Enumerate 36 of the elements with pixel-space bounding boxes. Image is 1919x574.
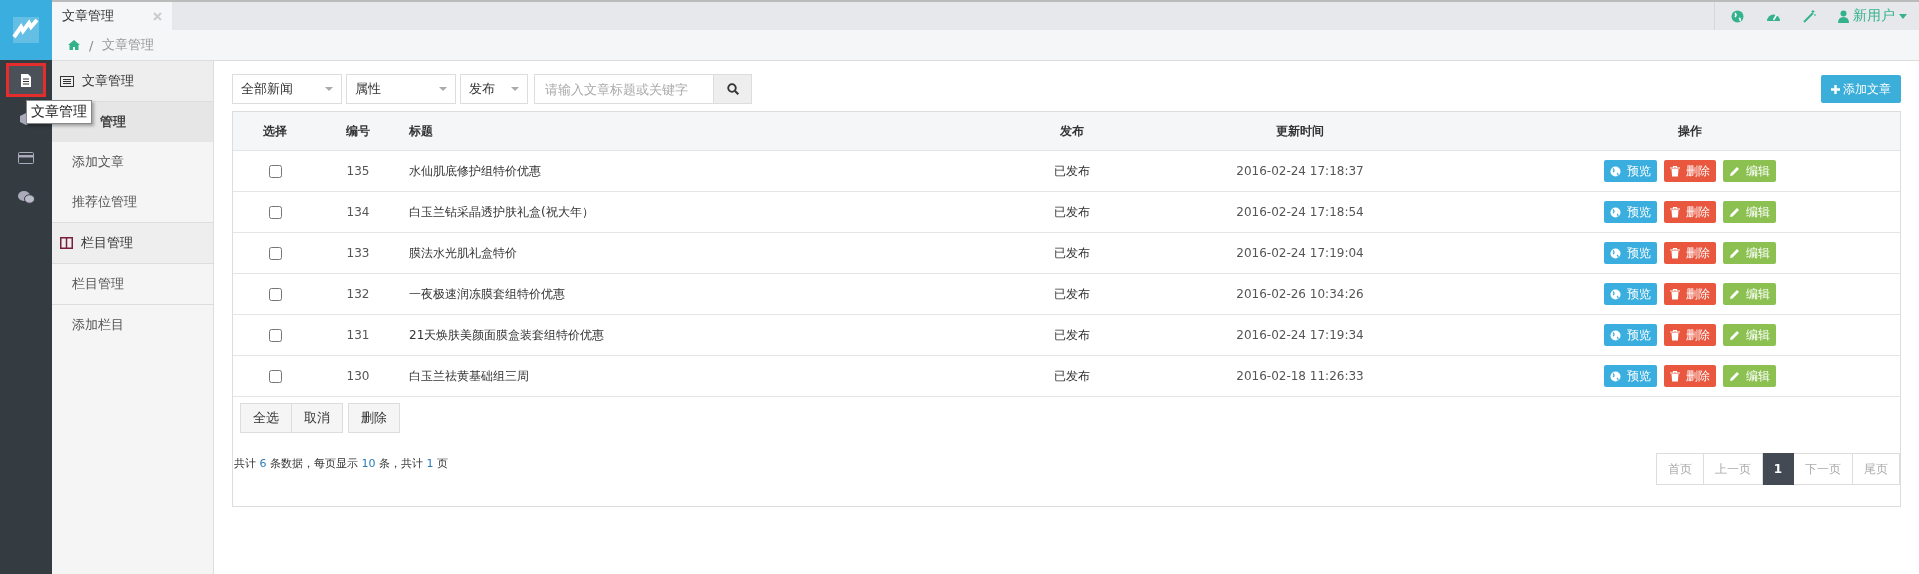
- table-cell: 2016-02-24 17:18:54: [1120, 191, 1480, 233]
- table-cell: 膜法水光肌礼盒特价: [399, 232, 1024, 274]
- table-cell: 131: [317, 314, 399, 356]
- table-cell: 已发布: [1024, 150, 1120, 192]
- breadcrumb-item: 文章管理: [102, 36, 155, 54]
- table-cell: 已发布: [1024, 273, 1120, 315]
- table-cell: 白玉兰祛黄基础组三周: [399, 355, 1024, 397]
- column-header: 发布: [1024, 112, 1120, 151]
- table-cell: 2016-02-18 11:26:33: [1120, 355, 1480, 397]
- column-header: 编号: [317, 112, 399, 151]
- table-cell: 已发布: [1024, 355, 1120, 397]
- column-header: 标题: [399, 112, 1024, 151]
- table-cell: 水仙肌底修护组特价优惠: [399, 150, 1024, 192]
- record-summary: 共计 6 条数据，每页显示 10 条，共计 1 页: [234, 456, 448, 471]
- table-cell: 已发布: [1024, 314, 1120, 356]
- table-cell: 133: [317, 232, 399, 274]
- table-cell: 2016-02-24 17:18:37: [1120, 150, 1480, 192]
- table-cell: 已发布: [1024, 191, 1120, 233]
- column-header: 选择: [233, 112, 317, 151]
- table-cell: 2016-02-24 17:19:04: [1120, 232, 1480, 274]
- breadcrumb-separator: /: [89, 37, 94, 53]
- tooltip: 文章管理: [26, 100, 92, 124]
- table-cell: 一夜极速润冻膜套组特价优惠: [399, 273, 1024, 315]
- table-cell: 已发布: [1024, 232, 1120, 274]
- menu-group-title: 栏目管理: [81, 234, 133, 252]
- table-cell: 21天焕肤美颜面膜盒装套组特价优惠: [399, 314, 1024, 356]
- column-header: 更新时间: [1120, 112, 1480, 151]
- table-cell: 2016-02-26 10:34:26: [1120, 273, 1480, 315]
- menu-group-title: 文章管理: [82, 72, 134, 90]
- table-cell: 135: [317, 150, 399, 192]
- table-cell: 白玉兰钻采晶透护肤礼盒(祝大年）: [399, 191, 1024, 233]
- table-cell: 134: [317, 191, 399, 233]
- table-cell: 132: [317, 273, 399, 315]
- table-cell: 2016-02-24 17:19:34: [1120, 314, 1480, 356]
- table-cell: 130: [317, 355, 399, 397]
- column-header: 操作: [1480, 112, 1900, 151]
